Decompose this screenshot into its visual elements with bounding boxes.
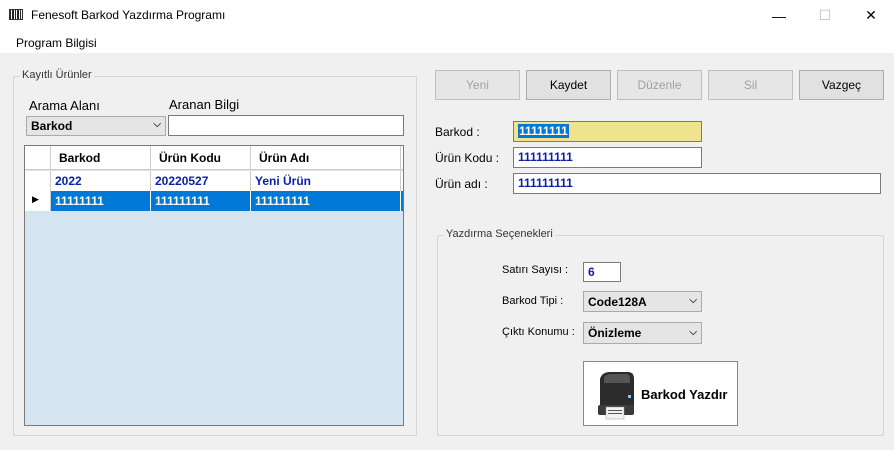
- urun-adi-field[interactable]: 111111111: [513, 173, 881, 194]
- current-row-arrow-icon: ▶: [32, 194, 39, 204]
- menu-program-info[interactable]: Program Bilgisi: [16, 36, 97, 50]
- chevron-down-icon: ⌵: [689, 295, 697, 306]
- grid-header-corner: [25, 146, 51, 170]
- output-location-select-value: Önizleme: [588, 326, 642, 340]
- barcode-type-label: Barkod Tipi :: [502, 295, 564, 307]
- cell-barkod: 2022: [51, 171, 151, 191]
- print-barcode-button[interactable]: Barkod Yazdır: [583, 361, 738, 426]
- barkod-field[interactable]: 11111111: [513, 121, 702, 142]
- delete-button[interactable]: Sil: [708, 70, 793, 100]
- barcode-type-select-value: Code128A: [588, 295, 647, 309]
- barkod-field-value: 11111111: [518, 124, 569, 138]
- cell-urun-kodu: 111111111: [151, 191, 251, 211]
- count-field[interactable]: 6: [583, 262, 621, 282]
- search-field-select-value: Barkod: [31, 119, 73, 133]
- print-barcode-button-label: Barkod Yazdır: [641, 387, 728, 402]
- title-bar: Fenesoft Barkod Yazdırma Programı — ☐ ✕: [0, 0, 894, 31]
- saved-products-legend: Kayıtlı Ürünler: [20, 69, 94, 81]
- barcode-type-select[interactable]: Code128A ⌵: [583, 291, 702, 312]
- close-button[interactable]: ✕: [848, 0, 894, 31]
- print-options-legend: Yazdırma Seçenekleri: [444, 228, 555, 240]
- products-grid[interactable]: Barkod Ürün Kodu Ürün Adı 2022 20220527 …: [24, 145, 404, 426]
- count-label: Satırı Sayısı :: [502, 264, 569, 276]
- barkod-label: Barkod :: [435, 125, 480, 139]
- table-row[interactable]: 2022 20220527 Yeni Ürün: [25, 171, 403, 191]
- column-header-urun-kodu[interactable]: Ürün Kodu: [151, 146, 251, 170]
- cell-barkod: 11111111: [51, 191, 151, 211]
- cell-urun-adi: 111111111: [251, 191, 401, 211]
- column-header-barkod[interactable]: Barkod: [51, 146, 151, 170]
- urun-kodu-label: Ürün Kodu :: [435, 151, 500, 165]
- window-title: Fenesoft Barkod Yazdırma Programı: [31, 8, 226, 22]
- output-location-label: Çıktı Konumu :: [502, 326, 575, 338]
- edit-button[interactable]: Düzenle: [617, 70, 702, 100]
- menu-bar: Program Bilgisi: [0, 31, 894, 53]
- label-printer-icon: [598, 372, 634, 420]
- chevron-down-icon: ⌵: [689, 327, 697, 338]
- maximize-button[interactable]: ☐: [802, 0, 848, 31]
- save-button[interactable]: Kaydet: [526, 70, 611, 100]
- cell-urun-kodu: 20220527: [151, 171, 251, 191]
- search-value-label: Aranan Bilgi: [169, 97, 240, 112]
- search-field-select[interactable]: Barkod ⌵: [26, 116, 166, 136]
- output-location-select[interactable]: Önizleme ⌵: [583, 322, 702, 344]
- column-header-urun-adi[interactable]: Ürün Adı: [251, 146, 401, 170]
- row-header[interactable]: [25, 171, 51, 191]
- table-row-selected[interactable]: ▶ 11111111 111111111 111111111: [25, 191, 403, 211]
- urun-adi-label: Ürün adı :: [435, 177, 488, 191]
- minimize-button[interactable]: —: [756, 0, 802, 31]
- urun-kodu-field[interactable]: 111111111: [513, 147, 702, 168]
- search-input[interactable]: [168, 115, 404, 136]
- search-field-label: Arama Alanı: [29, 98, 100, 113]
- new-button[interactable]: Yeni: [435, 70, 520, 100]
- chevron-down-icon: ⌵: [153, 119, 161, 130]
- grid-header: Barkod Ürün Kodu Ürün Adı: [25, 146, 403, 170]
- cell-urun-adi: Yeni Ürün: [251, 171, 401, 191]
- barcode-app-icon: [9, 9, 23, 20]
- cancel-button[interactable]: Vazgeç: [799, 70, 884, 100]
- row-header[interactable]: ▶: [25, 191, 51, 211]
